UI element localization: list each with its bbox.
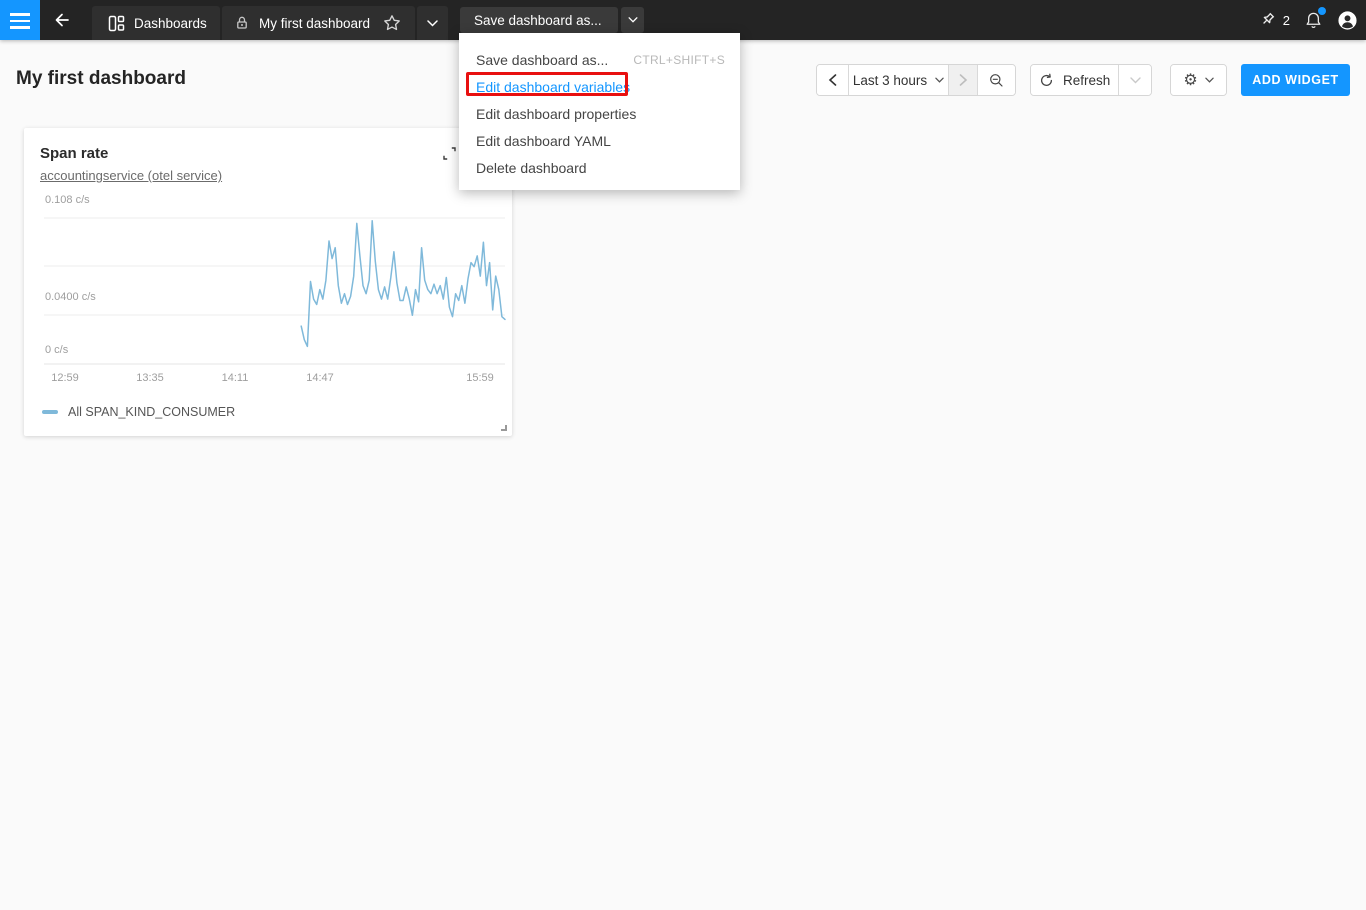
star-icon <box>383 14 401 32</box>
y-axis-tick: 0 c/s <box>45 344 68 356</box>
x-axis-tick: 12:59 <box>51 372 79 384</box>
user-avatar-icon <box>1337 10 1358 31</box>
x-axis: 12:59 13:35 14:11 14:47 15:59 <box>44 372 505 386</box>
chevron-down-icon <box>427 20 438 27</box>
chevron-right-icon <box>959 74 968 86</box>
save-dashboard-dropdown-menu: Save dashboard as... CTRL+SHIFT+S Edit d… <box>459 33 740 190</box>
page-title: My first dashboard <box>16 68 186 90</box>
back-button[interactable] <box>52 4 82 36</box>
timeframe-label: Last 3 hours <box>853 73 927 88</box>
menu-item-label: Edit dashboard variables <box>476 79 630 95</box>
widget-title: Span rate <box>40 145 108 162</box>
timeframe-controls: Last 3 hours <box>816 64 1016 96</box>
refresh-options-button[interactable] <box>1118 65 1151 95</box>
menu-item-label: Save dashboard as... <box>476 52 608 68</box>
chevron-down-icon <box>1130 77 1141 84</box>
timeframe-back-button[interactable] <box>817 65 848 95</box>
hamburger-icon <box>10 13 30 29</box>
save-dashboard-as-button[interactable]: Save dashboard as... <box>460 7 618 33</box>
pin-icon <box>1258 11 1276 29</box>
refresh-icon <box>1039 73 1054 88</box>
save-dashboard-as-dropdown-button[interactable] <box>621 7 644 33</box>
notifications-button[interactable] <box>1304 11 1323 30</box>
series-line <box>301 221 505 347</box>
y-axis-tick: 0.0400 c/s <box>45 291 96 303</box>
chevron-down-icon <box>1205 77 1214 83</box>
menu-item-edit-dashboard-variables[interactable]: Edit dashboard variables <box>459 73 740 100</box>
x-axis-tick: 14:11 <box>222 372 249 384</box>
timeframe-selector[interactable]: Last 3 hours <box>848 65 948 95</box>
settings-button[interactable]: ⚙ <box>1171 65 1226 95</box>
menu-item-label: Edit dashboard properties <box>476 106 636 122</box>
legend-label: All SPAN_KIND_CONSUMER <box>68 405 235 419</box>
x-axis-tick: 14:47 <box>306 372 334 384</box>
menu-item-edit-dashboard-yaml[interactable]: Edit dashboard YAML <box>459 127 740 154</box>
topbar-right-actions: 2 <box>1258 0 1358 40</box>
legend-item[interactable]: All SPAN_KIND_CONSUMER <box>42 405 235 419</box>
lock-icon <box>234 15 250 31</box>
tab-list-dropdown[interactable] <box>417 6 448 40</box>
keyboard-shortcut: CTRL+SHIFT+S <box>633 53 725 67</box>
tab-dashboards-label: Dashboards <box>134 16 207 31</box>
y-axis-tick: 0.108 c/s <box>45 194 90 206</box>
hamburger-menu-button[interactable] <box>0 0 40 40</box>
menu-item-label: Edit dashboard YAML <box>476 133 611 149</box>
add-widget-button[interactable]: ADD WIDGET <box>1241 64 1350 96</box>
tab-my-first-dashboard[interactable]: My first dashboard <box>222 6 415 40</box>
pin-count: 2 <box>1283 13 1290 28</box>
gear-icon: ⚙ <box>1183 70 1197 90</box>
x-axis-tick: 13:35 <box>136 372 164 384</box>
chevron-down-icon <box>628 17 638 23</box>
user-avatar-button[interactable] <box>1337 10 1358 31</box>
refresh-button[interactable]: Refresh <box>1031 65 1118 95</box>
timeframe-zoom-out-button[interactable] <box>977 65 1015 95</box>
dashboard-settings-controls: ⚙ <box>1170 64 1227 96</box>
pinned-items-button[interactable]: 2 <box>1258 11 1290 29</box>
widget-subtitle-link[interactable]: accountingservice (otel service) <box>40 168 222 183</box>
menu-item-save-dashboard-as[interactable]: Save dashboard as... CTRL+SHIFT+S <box>459 46 740 73</box>
menu-item-delete-dashboard[interactable]: Delete dashboard <box>459 154 740 181</box>
tab-my-first-dashboard-label: My first dashboard <box>259 16 370 31</box>
back-arrow-icon <box>52 10 82 30</box>
menu-item-edit-dashboard-properties[interactable]: Edit dashboard properties <box>459 100 740 127</box>
timeframe-forward-button[interactable] <box>948 65 977 95</box>
span-rate-widget: Span rate accountingservice (otel servic… <box>24 128 512 436</box>
dashboards-grid-icon <box>108 15 125 32</box>
line-chart <box>44 218 505 364</box>
zoom-out-icon <box>989 73 1004 88</box>
refresh-controls: Refresh <box>1030 64 1152 96</box>
notification-dot <box>1318 7 1326 15</box>
legend-swatch <box>42 410 58 414</box>
menu-item-label: Delete dashboard <box>476 160 587 176</box>
x-axis-tick: 15:59 <box>466 372 494 384</box>
chevron-down-icon <box>935 77 944 83</box>
chevron-left-icon <box>828 74 837 86</box>
favorite-star-button[interactable] <box>383 14 401 32</box>
refresh-label: Refresh <box>1063 73 1110 88</box>
tab-dashboards[interactable]: Dashboards <box>92 6 220 40</box>
widget-resize-handle[interactable] <box>501 425 507 431</box>
